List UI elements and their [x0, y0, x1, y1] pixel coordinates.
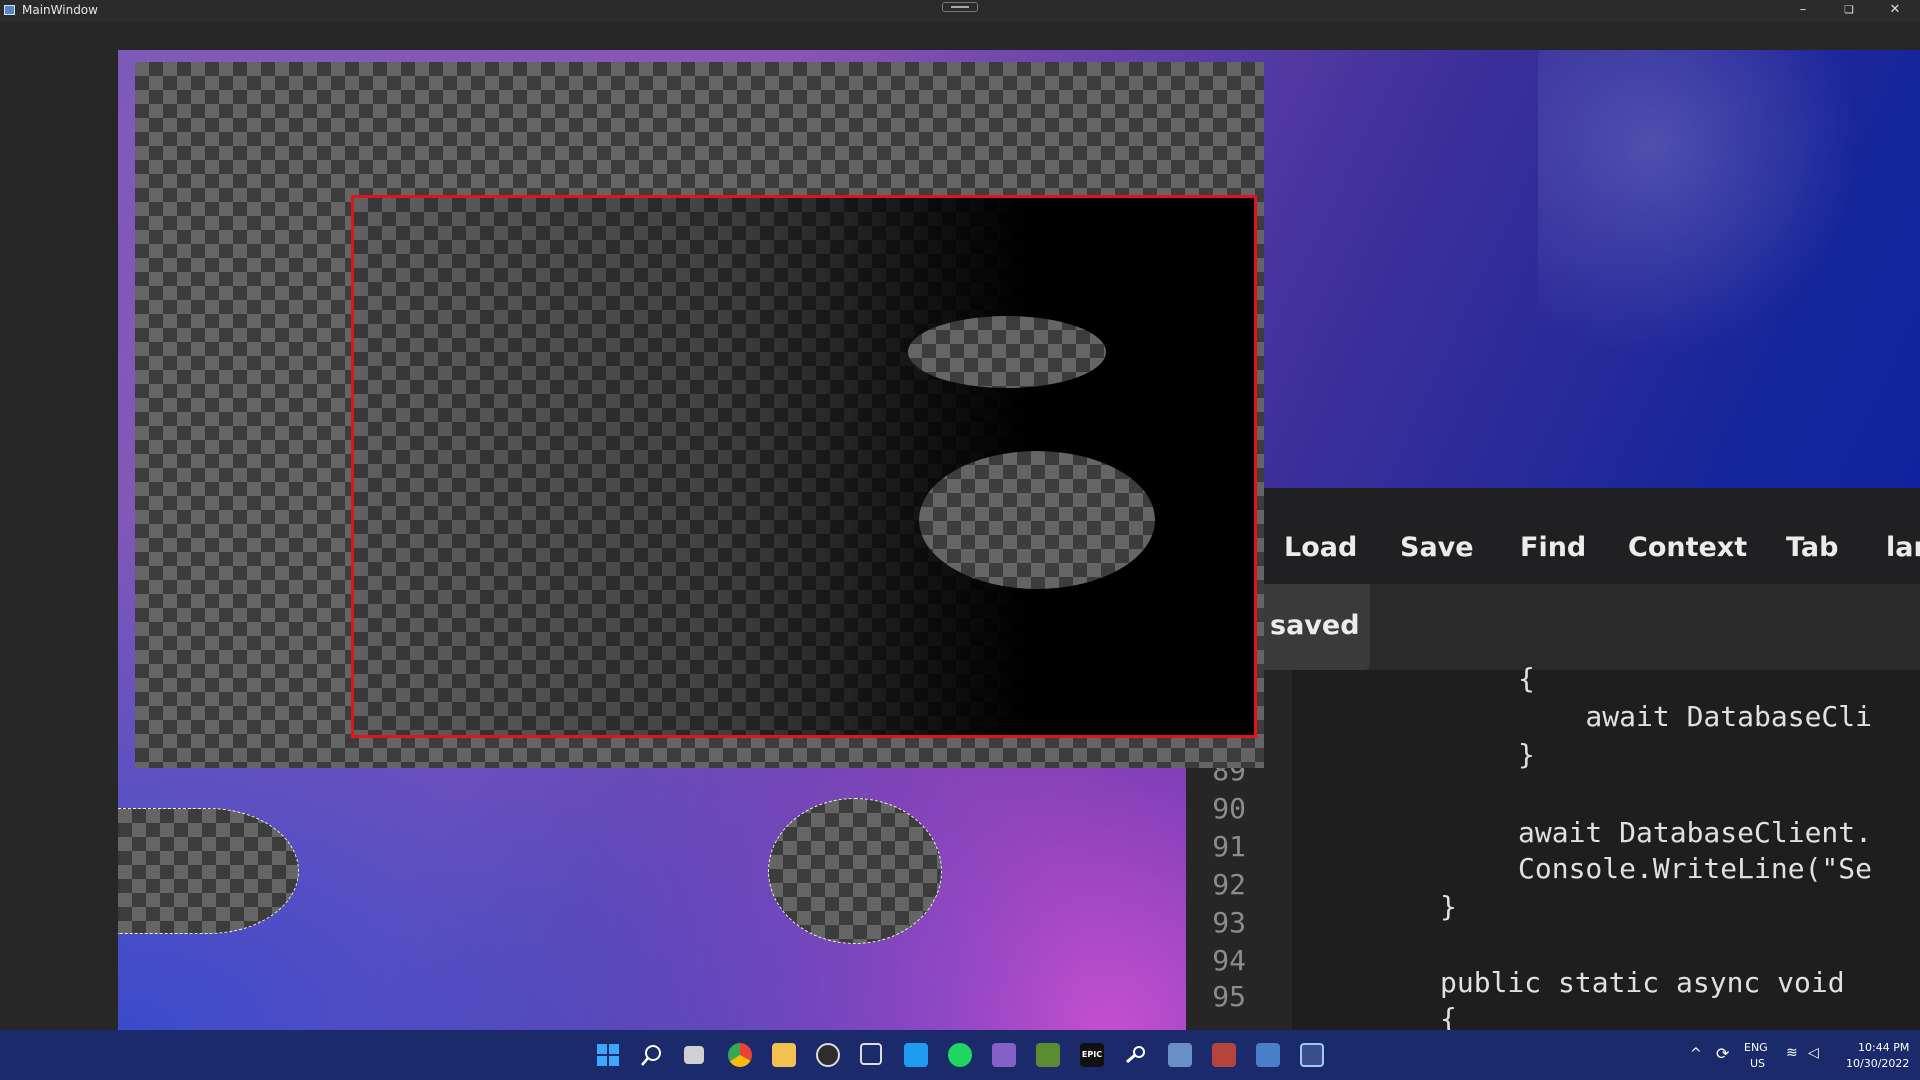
visual-studio-icon[interactable]	[992, 1043, 1016, 1067]
drag-grip-icon[interactable]	[942, 2, 978, 12]
line-number: 94	[1212, 944, 1246, 977]
code-line: {	[1518, 662, 1535, 695]
code-line: await DatabaseClient.	[1518, 816, 1873, 849]
status-text: saved	[1270, 610, 1360, 641]
language-top[interactable]: ENG	[1744, 1041, 1768, 1054]
paint-icon[interactable]	[1168, 1043, 1192, 1067]
start-icon[interactable]	[596, 1043, 620, 1067]
task-view-icon[interactable]	[684, 1046, 704, 1064]
chevron-up-icon[interactable]: ^	[1690, 1046, 1702, 1062]
tab-button[interactable]: Tab	[1786, 532, 1838, 563]
code-line: }	[1440, 890, 1457, 923]
minecraft-icon[interactable]	[1036, 1043, 1060, 1067]
transparent-ellipse-small	[908, 316, 1106, 388]
clock-time[interactable]: 10:44 PM	[1858, 1041, 1909, 1054]
window-title: MainWindow	[22, 3, 98, 17]
find-button[interactable]: Find	[1520, 532, 1586, 563]
volume-icon[interactable]: ◁	[1808, 1045, 1819, 1061]
save-button[interactable]: Save	[1400, 532, 1474, 563]
active-app-icon[interactable]	[1300, 1043, 1324, 1067]
selection-rectangle[interactable]	[351, 195, 1257, 738]
code-area[interactable]: { await DatabaseCli } await DatabaseClie…	[1292, 662, 1920, 1035]
transparent-ellipse-large	[919, 451, 1155, 589]
editor-toolbar: Load Save Find Context Tab lar	[1186, 488, 1920, 584]
line-number: 93	[1212, 906, 1246, 939]
line-number: 95	[1212, 980, 1246, 1013]
file-explorer-icon[interactable]	[772, 1043, 796, 1067]
code-line: public static async void	[1440, 966, 1845, 999]
context-button[interactable]: Context	[1628, 532, 1747, 563]
winrar-icon[interactable]	[1212, 1043, 1236, 1067]
line-number: 92	[1212, 868, 1246, 901]
line-number: 91	[1212, 830, 1246, 863]
background-glow	[1538, 50, 1918, 370]
unity-icon[interactable]	[860, 1043, 882, 1065]
taskbar: EPIC ^ ⟳ ENG US ≋ ◁ 10:44 PM 10/30/2022	[0, 1030, 1920, 1080]
spotify-icon[interactable]	[948, 1043, 972, 1067]
status-area: saved	[1186, 584, 1920, 670]
title-bar: MainWindow – ❏ ✕	[0, 0, 1920, 22]
sync-icon[interactable]: ⟳	[1716, 1044, 1729, 1063]
minimize-button[interactable]: –	[1780, 0, 1826, 22]
gradient-overlay	[354, 198, 1254, 735]
transparent-cutout-circle	[768, 798, 942, 944]
code-editor-window: Load Save Find Context Tab lar saved 89 …	[1186, 488, 1920, 1035]
chrome-icon[interactable]	[728, 1043, 752, 1067]
obs-icon[interactable]	[816, 1043, 840, 1067]
left-panel	[0, 22, 118, 1030]
language-bottom[interactable]: US	[1750, 1057, 1765, 1070]
clock-date[interactable]: 10/30/2022	[1846, 1057, 1909, 1070]
app-window-icon	[4, 5, 15, 15]
code-line: Console.WriteLine("Se	[1518, 852, 1873, 885]
transparent-canvas[interactable]	[135, 62, 1264, 768]
steam-icon[interactable]	[1124, 1043, 1148, 1067]
search-icon[interactable]	[640, 1043, 664, 1067]
maximize-button[interactable]: ❏	[1826, 0, 1872, 22]
load-button[interactable]: Load	[1284, 532, 1357, 563]
code-line: }	[1518, 738, 1535, 771]
line-number: 90	[1212, 792, 1246, 825]
photos-icon[interactable]	[1256, 1043, 1280, 1067]
code-line: await DatabaseCli	[1518, 700, 1873, 733]
epic-games-icon[interactable]: EPIC	[1080, 1043, 1104, 1067]
vscode-icon[interactable]	[904, 1043, 928, 1067]
transparent-cutout-left	[118, 808, 299, 934]
language-button[interactable]: lar	[1886, 532, 1920, 563]
wifi-icon[interactable]: ≋	[1786, 1045, 1798, 1061]
close-button[interactable]: ✕	[1872, 0, 1918, 22]
